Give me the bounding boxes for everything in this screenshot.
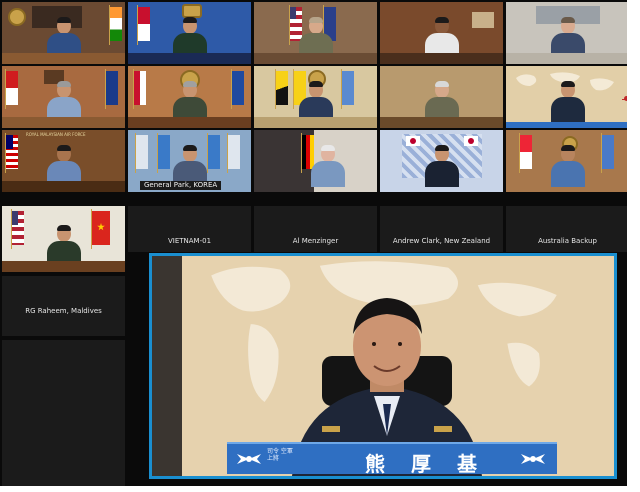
flag-icon [601, 133, 614, 173]
flag-icon [135, 133, 148, 173]
flag-icon [519, 133, 532, 173]
participant-video [172, 145, 207, 187]
flag-icon [464, 136, 478, 146]
participant-tile-10-highlighted[interactable] [506, 66, 627, 128]
framed-picture [472, 12, 494, 28]
participant-tile-17[interactable]: VIETNAM-01 [128, 206, 251, 252]
wing-insignia-icon [237, 454, 261, 464]
participant-tile-2[interactable] [128, 2, 251, 64]
participant-video [46, 145, 81, 187]
participant-name-strip[interactable]: RG Raheem, Maldives [2, 276, 125, 336]
participant-tile-4[interactable] [380, 2, 503, 64]
participant-video [46, 17, 81, 59]
nameplate-char-1: 熊 [365, 452, 385, 476]
participant-name: Al Menzinger [292, 237, 339, 245]
participant-video [298, 81, 333, 123]
participant-tile-11[interactable]: ROYAL MALAYSIAN AIR FORCE [2, 130, 125, 192]
flag-icon [275, 69, 288, 109]
window-frame [152, 256, 182, 476]
participant-video [172, 81, 207, 123]
participant-video [550, 81, 585, 123]
participant-video [424, 81, 459, 123]
nameplate-char-2: 厚 [411, 452, 431, 476]
wing-insignia-icon [521, 454, 545, 464]
flag-icon [406, 136, 420, 146]
flag-icon [5, 69, 18, 109]
highlight-connector-dot [624, 96, 627, 101]
empty-tile [2, 340, 125, 486]
participant-tile-12[interactable]: General Park, KOREA [128, 130, 251, 192]
participant-video [298, 17, 333, 59]
flag-icon [227, 133, 240, 173]
insignia-icon [8, 8, 26, 26]
flag-icon [157, 133, 170, 173]
participant-name: Australia Backup [538, 237, 597, 245]
flag-icon [11, 209, 24, 249]
flag-icon [207, 133, 220, 173]
participant-name: Andrew Clark, New Zealand [392, 237, 491, 245]
participant-tile-5[interactable] [506, 2, 627, 64]
participant-tile-9[interactable] [380, 66, 503, 128]
wall-banner: ROYAL MALAYSIAN AIR FORCE [26, 132, 86, 137]
flag-icon [137, 5, 150, 45]
video-conference-window: ROYAL MALAYSIAN AIR FORCE General Park, … [0, 0, 627, 486]
participant-tile-16[interactable] [2, 206, 125, 272]
spotlight-view[interactable]: 司令 空軍上將 熊 厚 基 [149, 253, 617, 479]
flag-icon [105, 69, 118, 109]
participant-tile-14[interactable] [380, 130, 503, 192]
participant-video [550, 17, 585, 59]
participant-tile-3[interactable] [254, 2, 377, 64]
flag-icon [231, 69, 244, 109]
participant-video [172, 17, 207, 59]
participant-name-overlay: General Park, KOREA [140, 181, 222, 190]
participant-video [550, 145, 585, 187]
participant-name: RG Raheem, Maldives [25, 307, 102, 315]
nameplate: 司令 空軍上將 熊 厚 基 [227, 442, 557, 476]
participant-name: VIETNAM-01 [167, 237, 212, 245]
nameplate-char-3: 基 [457, 452, 477, 476]
participant-tile-7[interactable] [128, 66, 251, 128]
participant-tile-19[interactable]: Andrew Clark, New Zealand [380, 206, 503, 252]
flag-icon [133, 69, 146, 109]
participant-tile-8[interactable] [254, 66, 377, 128]
participant-tile-1[interactable] [2, 2, 125, 64]
participant-video [46, 225, 81, 267]
participant-video [424, 145, 459, 187]
participant-tile-15[interactable] [506, 130, 627, 192]
participant-tile-18[interactable]: Al Menzinger [254, 206, 377, 252]
participant-tile-6[interactable] [2, 66, 125, 128]
participant-tile-13[interactable] [254, 130, 377, 192]
flag-icon [5, 133, 18, 173]
flag-icon [341, 69, 354, 109]
participant-video [46, 81, 81, 123]
participant-tile-20[interactable]: Australia Backup [506, 206, 627, 252]
participant-video [310, 145, 345, 187]
flag-icon [109, 5, 122, 45]
participant-video [424, 17, 459, 59]
insignia-icon [182, 4, 202, 18]
flag-icon [91, 209, 110, 249]
nameplate-title: 司令 空軍上將 [267, 448, 293, 462]
